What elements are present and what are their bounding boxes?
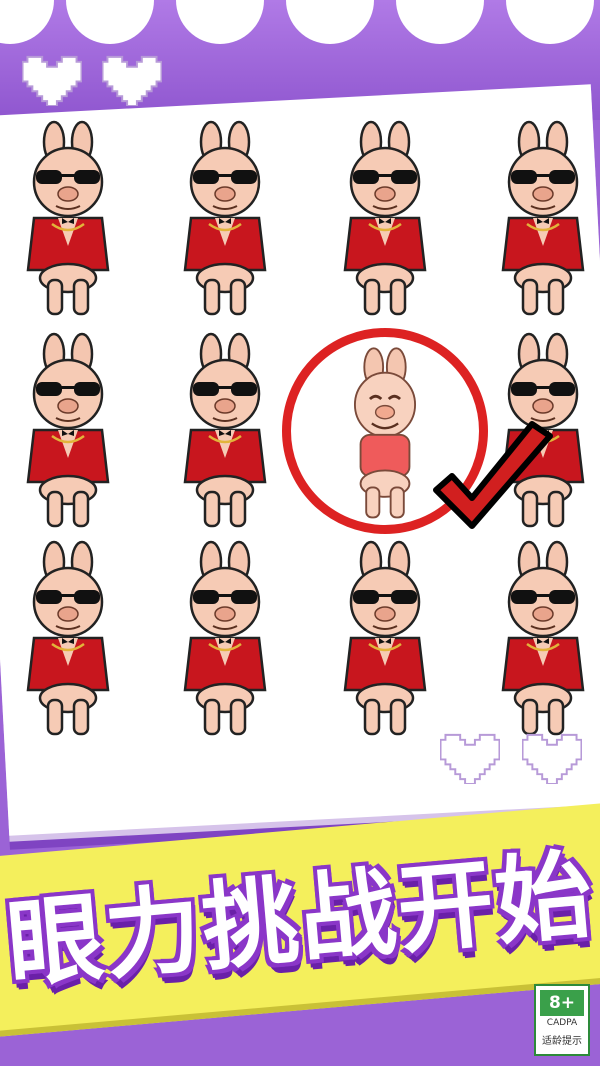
pixel-heart-icon: [440, 733, 500, 784]
age-rating-org: CADPA: [546, 1018, 578, 1028]
cool-pig-icon[interactable]: [8, 332, 128, 532]
age-rating-number: 8+: [540, 990, 584, 1016]
scalloped-border: [0, 0, 594, 44]
age-rating-badge: 8+ CADPA 适龄提示: [534, 984, 590, 1056]
age-rating-tip: 适龄提示: [542, 1036, 582, 1047]
cool-pig-icon[interactable]: [483, 540, 600, 740]
cool-pig-icon[interactable]: [325, 120, 445, 320]
cool-pig-icon[interactable]: [8, 120, 128, 320]
checkmark-icon: [433, 421, 553, 529]
pixel-heart-icon: [522, 733, 582, 784]
cool-pig-icon[interactable]: [483, 120, 600, 320]
cool-pig-icon[interactable]: [165, 540, 285, 740]
pixel-heart-icon: [22, 55, 82, 106]
cool-pig-icon[interactable]: [8, 540, 128, 740]
cool-pig-icon[interactable]: [325, 540, 445, 740]
cool-pig-icon[interactable]: [165, 332, 285, 532]
pixel-heart-icon: [102, 55, 162, 106]
cool-pig-icon[interactable]: [165, 120, 285, 320]
